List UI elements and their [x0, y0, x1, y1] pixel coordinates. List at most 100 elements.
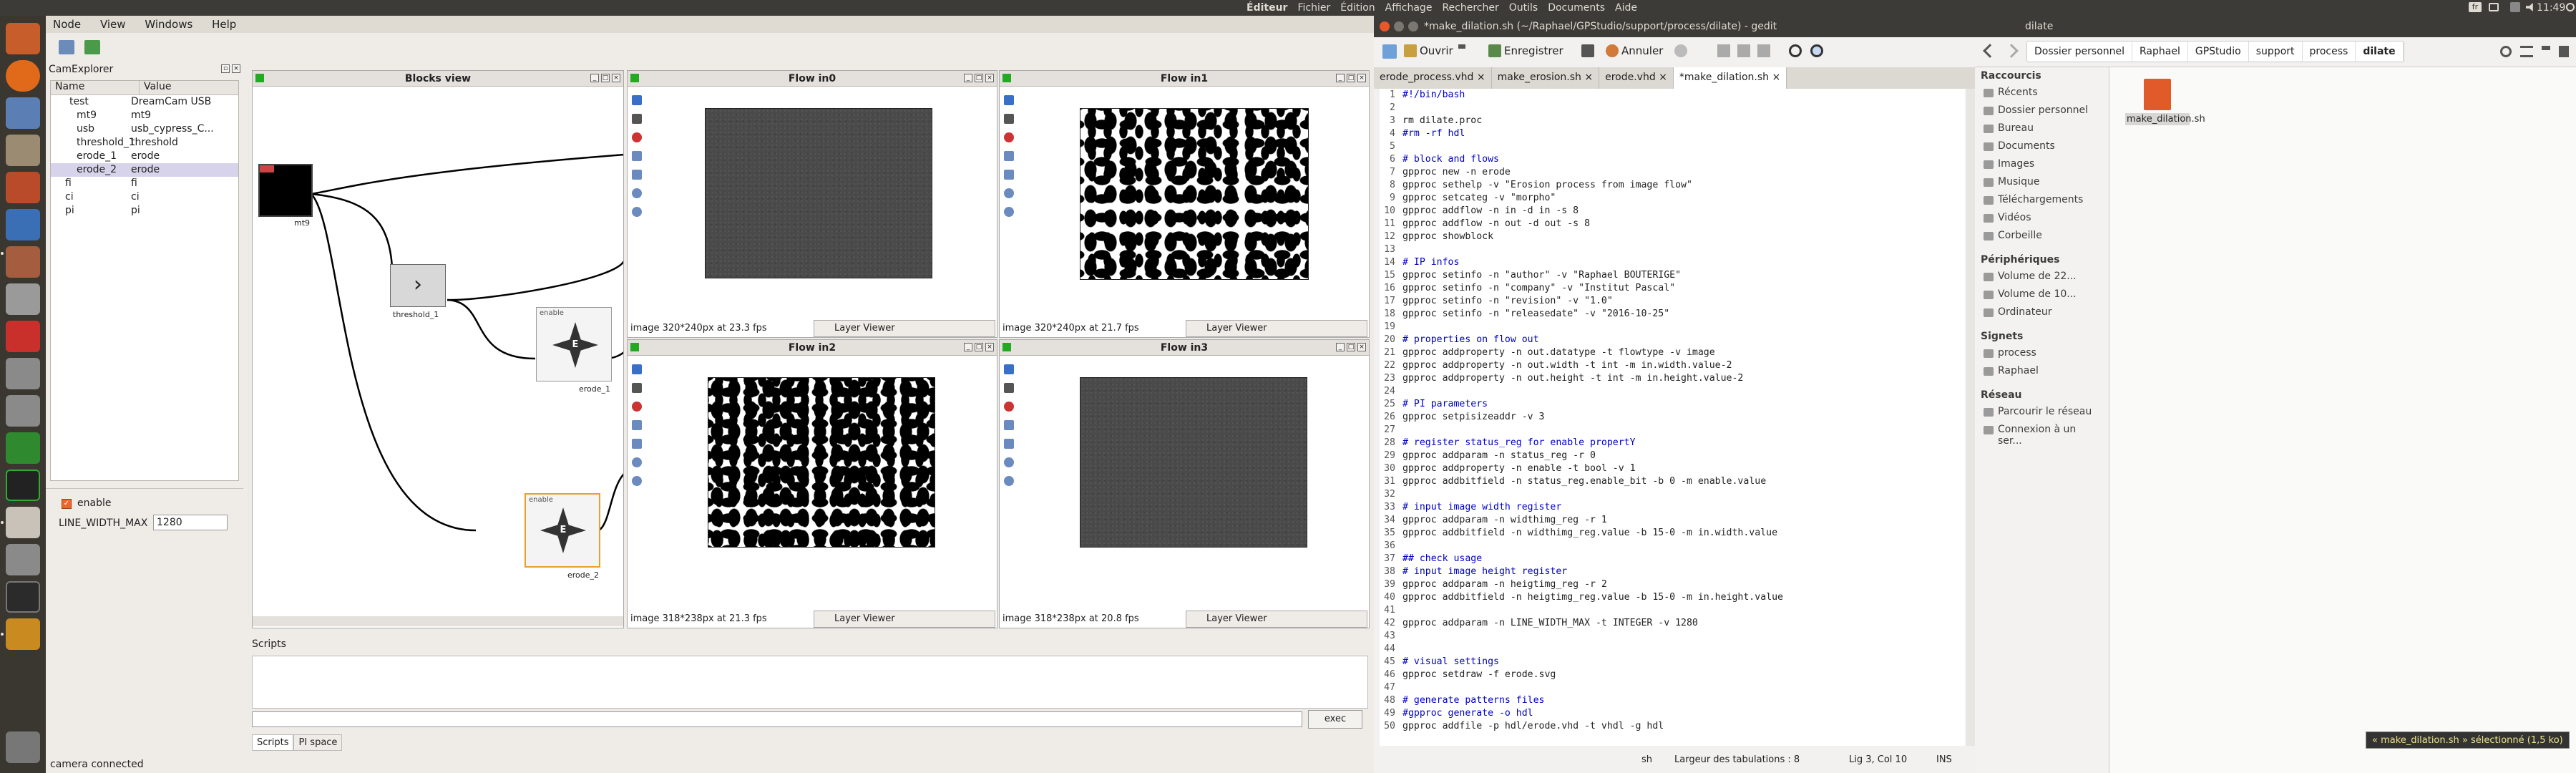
- flow-image[interactable]: [1080, 377, 1307, 548]
- block-erode2[interactable]: enable E: [525, 493, 600, 568]
- col-value[interactable]: Value: [140, 81, 171, 94]
- crumb-home[interactable]: Dossier personnel: [2027, 42, 2133, 62]
- new-file-icon[interactable]: [1382, 44, 1397, 59]
- tool-icon[interactable]: [6, 283, 40, 315]
- save-icon[interactable]: [632, 383, 642, 393]
- zoom-in-icon[interactable]: [632, 188, 642, 198]
- fit-icon[interactable]: [1004, 439, 1014, 449]
- sidebar-item[interactable]: Ordinateur: [1975, 304, 2109, 322]
- save-button[interactable]: Enregistrer: [1504, 44, 1563, 57]
- pause-icon[interactable]: [632, 95, 642, 105]
- sidebar-item[interactable]: Parcourir le réseau: [1975, 404, 2109, 422]
- sidebar-item[interactable]: Volume de 22...: [1975, 268, 2109, 286]
- sidebar-item[interactable]: Musique: [1975, 174, 2109, 192]
- block-mt9[interactable]: [258, 164, 313, 217]
- undo-button[interactable]: Annuler: [1621, 44, 1663, 57]
- tag-icon[interactable]: [632, 420, 642, 430]
- sidebar-item[interactable]: process: [1975, 345, 2109, 363]
- settings-icon[interactable]: [6, 246, 40, 278]
- menu-view[interactable]: View: [100, 18, 126, 31]
- forward-icon[interactable]: [2004, 44, 2019, 58]
- power-icon[interactable]: [2566, 3, 2575, 11]
- menu-rechercher[interactable]: Rechercher: [1442, 2, 1498, 14]
- close-icon[interactable]: ×: [985, 343, 994, 351]
- sidebar-item[interactable]: Documents: [1975, 138, 2109, 156]
- zoom-in-icon[interactable]: [632, 457, 642, 467]
- keyboard-lang-indicator[interactable]: fr: [2469, 2, 2482, 12]
- minimize-icon[interactable]: _: [964, 343, 972, 351]
- enable-checkbox[interactable]: ✓: [62, 499, 72, 509]
- tree-row[interactable]: erode_2 erode: [51, 163, 238, 177]
- volume-icon[interactable]: [2526, 3, 2533, 11]
- gedit-icon[interactable]: [6, 507, 40, 538]
- zoom-out-icon[interactable]: [1004, 207, 1014, 217]
- save-icon[interactable]: [1004, 383, 1014, 393]
- flow-image[interactable]: [708, 377, 935, 548]
- script-input[interactable]: [252, 711, 1302, 727]
- zoom-out-icon[interactable]: [632, 207, 642, 217]
- record-icon[interactable]: [632, 402, 642, 412]
- zoom-in-icon[interactable]: [1004, 457, 1014, 467]
- terminal-green-icon[interactable]: [6, 470, 40, 501]
- layer-viewer-select[interactable]: Layer Viewer: [1186, 320, 1367, 337]
- block-erode1[interactable]: enable E: [536, 307, 612, 381]
- scripts-output[interactable]: [252, 656, 1368, 709]
- menu-fichier[interactable]: Fichier: [1297, 2, 1330, 14]
- col-name[interactable]: Name: [51, 81, 140, 94]
- language-selector[interactable]: sh: [1641, 754, 1652, 765]
- zoom-out-icon[interactable]: [632, 476, 642, 486]
- code-editor[interactable]: 1 #!/bin/bash 2 3 rm dilate.proc 4 #rm -rf hdl…: [1380, 89, 1965, 746]
- sidebar-item[interactable]: Récents: [1975, 84, 2109, 102]
- minimize-icon[interactable]: _: [1336, 343, 1345, 351]
- print-icon[interactable]: [1581, 44, 1594, 57]
- record-icon[interactable]: [632, 132, 642, 142]
- fit-icon[interactable]: [632, 439, 642, 449]
- menu-aide[interactable]: Aide: [1615, 2, 1637, 14]
- menu-editeur[interactable]: Éditeur: [1246, 2, 1287, 14]
- calc-icon[interactable]: [6, 432, 40, 464]
- sidebar-item[interactable]: Corbeille: [1975, 228, 2109, 245]
- layer-viewer-select[interactable]: Layer Viewer: [814, 320, 995, 337]
- record-icon[interactable]: [1004, 132, 1014, 142]
- pause-icon[interactable]: [1004, 364, 1014, 374]
- menu-edition[interactable]: Édition: [1340, 2, 1375, 14]
- maximize-icon[interactable]: □: [601, 74, 610, 82]
- tree-row[interactable]: test DreamCam USB: [51, 95, 238, 109]
- tab-scripts[interactable]: Scripts: [252, 734, 294, 751]
- open-icon[interactable]: [1404, 44, 1417, 57]
- maximize-icon[interactable]: □: [1347, 343, 1355, 351]
- record-icon[interactable]: [1004, 402, 1014, 412]
- maximize-icon[interactable]: □: [975, 74, 983, 82]
- crumb-support[interactable]: support: [2249, 42, 2303, 62]
- drive-icon[interactable]: [6, 358, 40, 389]
- tab-width-selector[interactable]: Largeur des tabulations : 8: [1674, 754, 1800, 765]
- zoom-out-icon[interactable]: [1004, 476, 1014, 486]
- fit-icon[interactable]: [632, 170, 642, 180]
- flow-image[interactable]: [1080, 108, 1309, 280]
- tree-row[interactable]: pi pi: [51, 204, 238, 218]
- open-icon[interactable]: [59, 40, 74, 54]
- open-button[interactable]: Ouvrir: [1420, 44, 1453, 57]
- writer-icon[interactable]: [6, 209, 40, 240]
- crumb-process[interactable]: process: [2303, 42, 2356, 62]
- flow-image[interactable]: [705, 108, 932, 278]
- files-icon[interactable]: [6, 135, 40, 166]
- undo-icon[interactable]: [1606, 44, 1619, 57]
- tree-row[interactable]: fi fi: [51, 177, 238, 190]
- tag-icon[interactable]: [1004, 151, 1014, 161]
- crumb-dilate[interactable]: dilate: [2356, 42, 2404, 62]
- file-item[interactable]: make_dilation.sh: [2125, 73, 2205, 125]
- save-icon[interactable]: [1004, 114, 1014, 124]
- connect-icon[interactable]: [84, 40, 100, 54]
- open-dropdown-icon[interactable]: [1458, 44, 1465, 52]
- drive2-icon[interactable]: [6, 395, 40, 427]
- tab-make-erosion[interactable]: make_erosion.sh ×: [1492, 67, 1600, 89]
- dash-icon[interactable]: [6, 23, 40, 54]
- close-icon[interactable]: ×: [612, 74, 620, 82]
- terminal-icon[interactable]: [6, 581, 40, 613]
- sidebar-item[interactable]: Connexion à un ser...: [1975, 422, 2109, 447]
- software-center-icon[interactable]: [6, 172, 40, 203]
- tree-row[interactable]: mt9 mt9: [51, 109, 238, 122]
- list-view-icon[interactable]: [2520, 46, 2533, 57]
- float-icon[interactable]: ▫: [221, 64, 230, 73]
